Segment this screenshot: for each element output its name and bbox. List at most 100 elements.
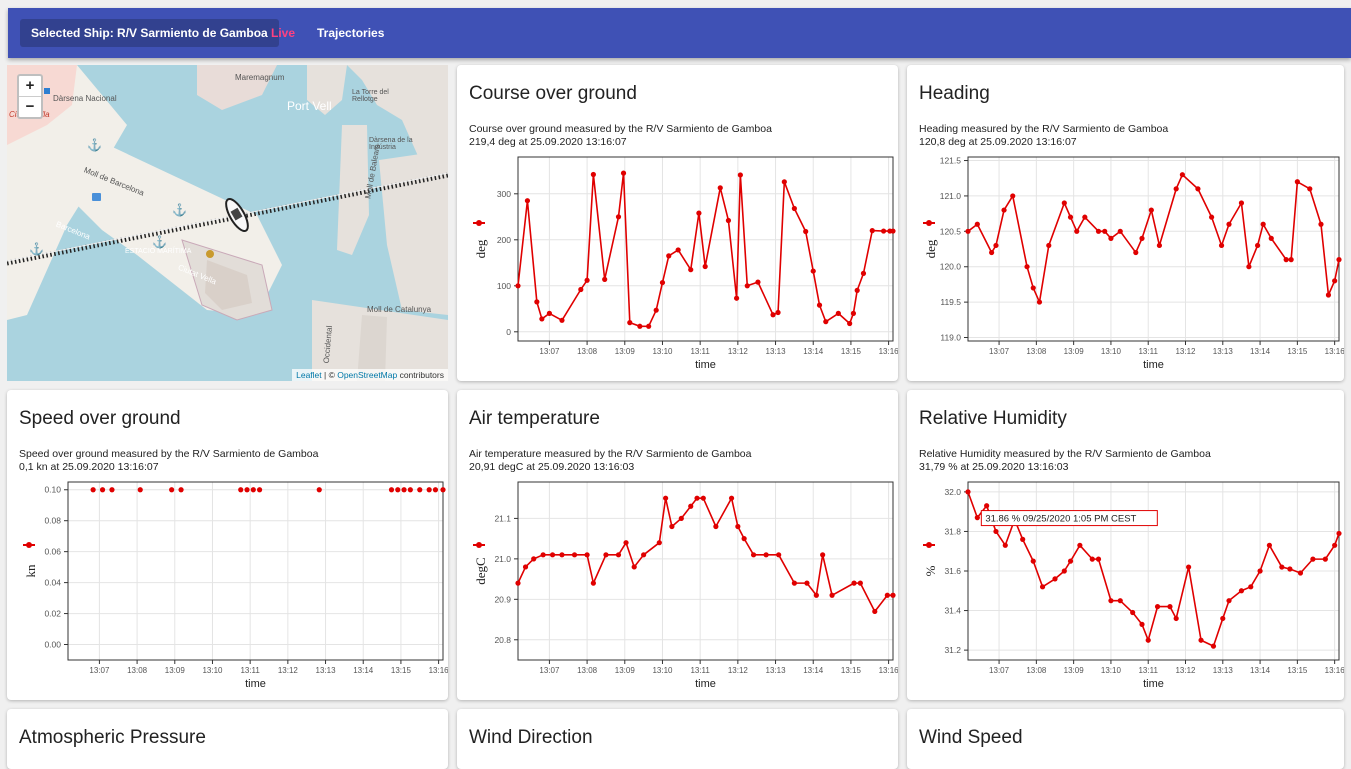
data-point [1332, 278, 1338, 284]
data-point [974, 515, 980, 521]
card-title: Wind Speed [919, 727, 1023, 748]
course-over-ground-chart[interactable]: 0 100 200 300 13:07 13:08 13:09 13:10 13:11 13:12… [457, 65, 898, 381]
x-tick-label: 13:12 [1175, 666, 1196, 675]
data-point [813, 592, 819, 598]
data-point [750, 552, 757, 558]
y-tick-label: 121.0 [940, 191, 962, 201]
data-point [1108, 598, 1114, 604]
map-label: Dàrsena Nacional [53, 94, 117, 103]
y-tick-label: 0.02 [44, 609, 61, 619]
data-point [653, 307, 659, 313]
data-point [851, 580, 857, 586]
data-point [688, 267, 694, 273]
data-point [1061, 568, 1067, 574]
ship-map[interactable]: ⚓ ⚓ ⚓ ⚓ Maremagnum Dàrsena Nacional Port… [7, 65, 448, 381]
data-point [666, 253, 672, 259]
data-point [1218, 242, 1225, 249]
y-tick-label: 120.5 [940, 226, 962, 236]
data-point [1024, 264, 1030, 270]
leaflet-link[interactable]: Leaflet [296, 370, 322, 380]
data-point [755, 279, 761, 285]
plot-border [67, 481, 444, 661]
atmospheric-pressure-card: Atmospheric Pressure [7, 709, 448, 769]
data-point [989, 249, 995, 256]
data-point [1052, 576, 1058, 582]
data-point [1294, 179, 1300, 185]
data-point [1179, 172, 1185, 178]
data-point [515, 283, 521, 289]
x-tick-label: 13:16 [1325, 347, 1344, 356]
x-tick-label: 13:07 [539, 347, 560, 356]
x-tick-label: 13:08 [127, 666, 148, 675]
data-point [725, 217, 732, 224]
data-point [1226, 598, 1232, 604]
legend-marker [26, 542, 32, 548]
y-tick-label: 31.2 [944, 645, 961, 655]
data-point [531, 556, 537, 562]
data-point [388, 487, 395, 493]
data-point [804, 580, 810, 586]
heading-chart[interactable]: 119.0 119.5 120.0 120.5 121.0 121.5 13:07 13:08… [907, 65, 1344, 381]
data-point [1238, 200, 1245, 206]
x-tick-label: 13:15 [391, 666, 412, 675]
data-point [1322, 556, 1328, 562]
data-point [1332, 542, 1338, 548]
zoom-out-button[interactable]: − [19, 97, 41, 117]
legend-marker [926, 220, 932, 226]
x-tick-label: 13:11 [1138, 347, 1158, 356]
x-tick-label: 13:08 [577, 347, 598, 356]
data-point [1318, 221, 1324, 227]
wind-speed-card: Wind Speed [907, 709, 1344, 769]
data-point [1325, 292, 1332, 298]
data-point [663, 495, 669, 501]
data-point [256, 487, 263, 493]
data-point [1279, 564, 1285, 570]
x-tick-label: 13:12 [728, 347, 749, 356]
x-tick-label: 13:09 [165, 666, 186, 675]
plot-border [517, 481, 894, 661]
data-point [515, 580, 521, 586]
x-tick-label: 13:08 [1026, 666, 1047, 675]
data-point [137, 487, 143, 493]
data-point [1095, 228, 1102, 234]
plot-frame [67, 481, 444, 661]
x-tick-label: 13:13 [766, 347, 787, 356]
data-point [1209, 214, 1215, 220]
zoom-in-button[interactable]: + [19, 76, 41, 97]
y-tick-label: 100 [497, 281, 511, 291]
map-label: ESTACIÓ MARÍTIMA [125, 248, 192, 255]
data-point [1287, 566, 1293, 572]
data-point [590, 580, 596, 586]
data-point [835, 310, 841, 316]
y-axis-label: degC [473, 557, 488, 584]
y-tick-label: 21.0 [494, 554, 511, 564]
selected-ship-button[interactable]: Selected Ship: R/V Sarmiento de Gamboa [20, 19, 279, 47]
air-temperature-chart[interactable]: 20.8 20.9 21.0 21.1 13:07 13:08 13:09 13:10 13:1… [457, 390, 898, 700]
data-point [1266, 542, 1272, 548]
x-tick-label: 13:13 [316, 666, 337, 675]
data-point [965, 489, 971, 495]
data-point [1067, 214, 1074, 220]
x-tick-label: 13:07 [989, 347, 1010, 356]
zoom-control: + − [17, 74, 43, 119]
data-point [829, 592, 835, 598]
top-navbar: Selected Ship: R/V Sarmiento de Gamboa L… [8, 8, 1351, 58]
x-tick-label: 13:15 [1287, 666, 1308, 675]
data-point [1226, 221, 1232, 227]
data-point [1001, 207, 1007, 213]
data-point [1248, 584, 1254, 590]
data-point [717, 185, 723, 191]
data-point [1108, 235, 1114, 241]
x-tick-label: 13:11 [690, 347, 710, 356]
data-point [524, 198, 531, 204]
data-point [880, 228, 887, 234]
relative-humidity-chart[interactable]: 31.2 31.4 31.6 31.8 32.0 13:07 13:08 13:09 13:10… [907, 390, 1344, 700]
data-point [1186, 564, 1192, 570]
trajectories-tab[interactable]: Trajectories [307, 19, 394, 47]
live-tab[interactable]: Live [261, 19, 305, 47]
speed-over-ground-chart[interactable]: 0.00 0.02 0.04 0.06 0.08 0.10 13:07 13:08 13:09 1… [7, 390, 448, 700]
data-point [602, 276, 608, 282]
osm-link[interactable]: OpenStreetMap [337, 370, 397, 380]
data-point [546, 310, 553, 316]
data-point [244, 487, 250, 493]
